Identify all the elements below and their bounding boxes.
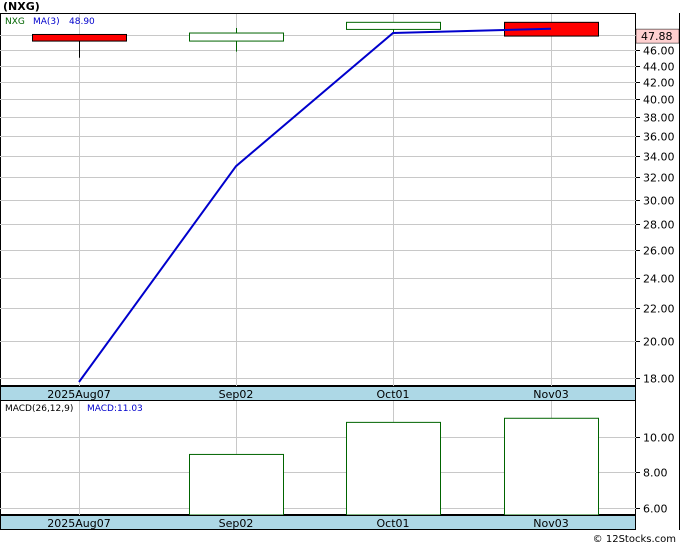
candle-up <box>346 21 441 30</box>
macd-bar <box>504 417 599 516</box>
macd-bar <box>189 453 284 516</box>
last-price-label-text: 47.88 <box>641 30 673 43</box>
price-y-tick-label: 28.00 <box>643 219 675 232</box>
price-y-tick-label: 30.00 <box>643 195 675 208</box>
price-y-tick-label: 22.00 <box>643 303 675 316</box>
macd-x-tick-label: 2025Aug07 <box>47 517 110 530</box>
price-y-tick-label: 42.00 <box>643 77 675 90</box>
price-y-tick-label: 38.00 <box>643 112 675 125</box>
price-y-tick-label: 20.00 <box>643 336 675 349</box>
price-panel-frame <box>0 13 636 386</box>
last-price-label: 47.88 <box>635 28 680 44</box>
macd-x-tick-label: Sep02 <box>219 517 254 530</box>
price-x-tick-label: Oct01 <box>376 388 409 401</box>
price-y-ticks: 18.00 20.00 22.00 24.00 26.00 28.00 30.00 32.00… <box>636 30 675 386</box>
price-legend-symbol: NXG <box>5 17 25 27</box>
macd-y-tick-label: 8.00 <box>643 467 668 480</box>
stock-chart-svg: 18.00 20.00 22.00 24.00 26.00 28.00 30.00 32.00… <box>0 0 680 545</box>
price-y-tick-label: 34.00 <box>643 151 675 164</box>
macd-y-ticks: 6.00 8.00 10.00 <box>636 432 675 516</box>
candle-down <box>32 33 127 42</box>
macd-legend-title: MACD(26,12,9) <box>5 404 73 414</box>
price-y-tick-label: 18.00 <box>643 373 675 386</box>
price-y-tick-label: 36.00 <box>643 131 675 144</box>
price-y-tick-label: 44.00 <box>643 61 675 74</box>
price-y-tick-label: 24.00 <box>643 273 675 286</box>
macd-bar <box>346 421 441 516</box>
price-x-tick-label: Sep02 <box>219 388 254 401</box>
price-y-tick-label: 32.00 <box>643 172 675 185</box>
price-y-tick-label: 26.00 <box>643 245 675 258</box>
price-legend-ma: MA(3) <box>33 17 60 27</box>
price-x-tick-label: 2025Aug07 <box>47 388 110 401</box>
chart-title: (NXG) <box>3 0 40 13</box>
candle-up <box>189 32 284 42</box>
price-y-tick-label: 46.00 <box>643 45 675 58</box>
price-legend-ma-value: 48.90 <box>69 17 95 27</box>
price-x-tick-label: Nov03 <box>533 388 568 401</box>
macd-y-tick-label: 10.00 <box>643 432 675 445</box>
macd-x-tick-label: Oct01 <box>376 517 409 530</box>
macd-legend-value: MACD:11.03 <box>87 404 143 414</box>
price-y-tick-label: 40.00 <box>643 94 675 107</box>
copyright-text: © 12Stocks.com <box>593 534 676 545</box>
macd-x-tick-label: Nov03 <box>533 517 568 530</box>
chart-stage: 18.00 20.00 22.00 24.00 26.00 28.00 30.00 32.00… <box>0 0 680 546</box>
macd-y-tick-label: 6.00 <box>643 503 668 516</box>
